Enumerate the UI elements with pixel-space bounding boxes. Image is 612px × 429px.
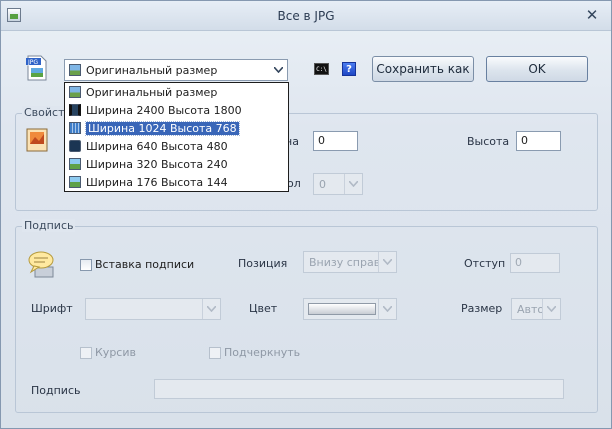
height-input[interactable]: 0 [516, 131, 561, 151]
size-combo[interactable]: Оригинальный размер [64, 59, 288, 81]
dropdown-item[interactable]: Ширина 320 Высота 240 [65, 155, 288, 173]
title-bar: Все в JPG ✕ [1, 1, 611, 31]
svg-text:JPG: JPG [27, 59, 38, 66]
width-input[interactable]: 0 [313, 131, 358, 151]
size-combo-caption: Авто [511, 298, 561, 320]
jpg-file-icon: JPG [26, 55, 47, 81]
dropdown-item[interactable]: Ширина 176 Высота 144 [65, 173, 288, 191]
chevron-down-icon [542, 299, 560, 319]
close-button[interactable]: ✕ [581, 7, 603, 25]
image-icon [69, 86, 81, 98]
checkbox-box [80, 346, 92, 359]
size-value: Авто [517, 302, 542, 316]
font-combo [85, 298, 221, 320]
properties-group-title: Свойст [22, 106, 67, 119]
position-value: Внизу справа [309, 255, 378, 269]
picture-icon [69, 176, 81, 188]
indent-label: Отступ [464, 257, 506, 270]
save-as-button[interactable]: Сохранить как [372, 56, 474, 82]
caption-group-title: Подпись [22, 219, 76, 232]
phone-icon [69, 140, 81, 152]
chevron-down-icon [378, 299, 396, 319]
position-label: Позиция [238, 257, 288, 270]
size-dropdown-list: Оригинальный размер Ширина 2400 Высота 1… [64, 82, 289, 192]
insert-caption-checkbox[interactable]: Вставка подписи [80, 258, 194, 271]
picture-icon [69, 158, 81, 170]
checkbox-box[interactable] [80, 258, 92, 271]
chevron-down-icon [202, 299, 220, 319]
underline-checkbox: Подчеркнуть [209, 346, 300, 359]
color-label: Цвет [249, 302, 278, 315]
dropdown-item-label: Ширина 1024 Высота 768 [85, 120, 240, 136]
caption-text-label: Подпись [31, 384, 81, 397]
ok-button[interactable]: OK [486, 56, 588, 82]
italic-checkbox: Курсив [80, 346, 136, 359]
color-swatch-area [304, 299, 378, 319]
command-prompt-icon[interactable]: C:\ [314, 63, 329, 75]
dropdown-item[interactable]: Оригинальный размер [65, 83, 288, 101]
color-combo [303, 298, 397, 320]
dialog-window: Все в JPG ✕ JPG Оригинальный размер C:\ … [0, 0, 612, 429]
dropdown-item[interactable]: Ширина 2400 Высота 1800 [65, 101, 288, 119]
italic-label: Курсив [95, 346, 136, 359]
dropdown-item-label: Ширина 640 Высота 480 [86, 139, 228, 153]
checkbox-box [209, 346, 221, 359]
dropdown-item-label: Ширина 2400 Высота 1800 [86, 103, 242, 117]
size-label: Размер [461, 302, 503, 315]
chevron-down-icon [344, 174, 362, 194]
indent-input: 0 [510, 253, 560, 273]
insert-caption-label: Вставка подписи [95, 258, 195, 271]
color-swatch [308, 303, 376, 315]
dropdown-item-label: Ширина 320 Высота 240 [86, 157, 228, 171]
font-label: Шрифт [31, 302, 73, 315]
dropdown-item[interactable]: Ширина 640 Высота 480 [65, 137, 288, 155]
dropdown-item-selected[interactable]: Ширина 1024 Высота 768 [65, 119, 288, 137]
height-label: Высота [467, 135, 510, 148]
chevron-down-icon [378, 252, 396, 272]
dropdown-item-label: Оригинальный размер [86, 85, 218, 99]
help-icon[interactable]: ? [342, 62, 356, 76]
chevron-down-icon[interactable] [269, 60, 287, 80]
hidden-option-combo: 0 [313, 173, 363, 195]
underline-label: Подчеркнуть [224, 346, 301, 359]
picture-properties-icon [26, 128, 48, 152]
hidden-option-value: 0 [319, 177, 326, 191]
monitor-icon [69, 122, 81, 134]
hidden-option-label: ол [287, 177, 301, 190]
dropdown-item-label: Ширина 176 Высота 144 [86, 175, 228, 189]
caption-text-input [154, 379, 564, 399]
position-combo: Внизу справа [303, 251, 397, 273]
image-icon [69, 64, 81, 76]
film-icon [69, 104, 81, 116]
window-title: Все в JPG [277, 9, 335, 23]
speech-bubble-icon [28, 251, 54, 278]
size-combo-value: Оригинальный размер [86, 63, 218, 77]
